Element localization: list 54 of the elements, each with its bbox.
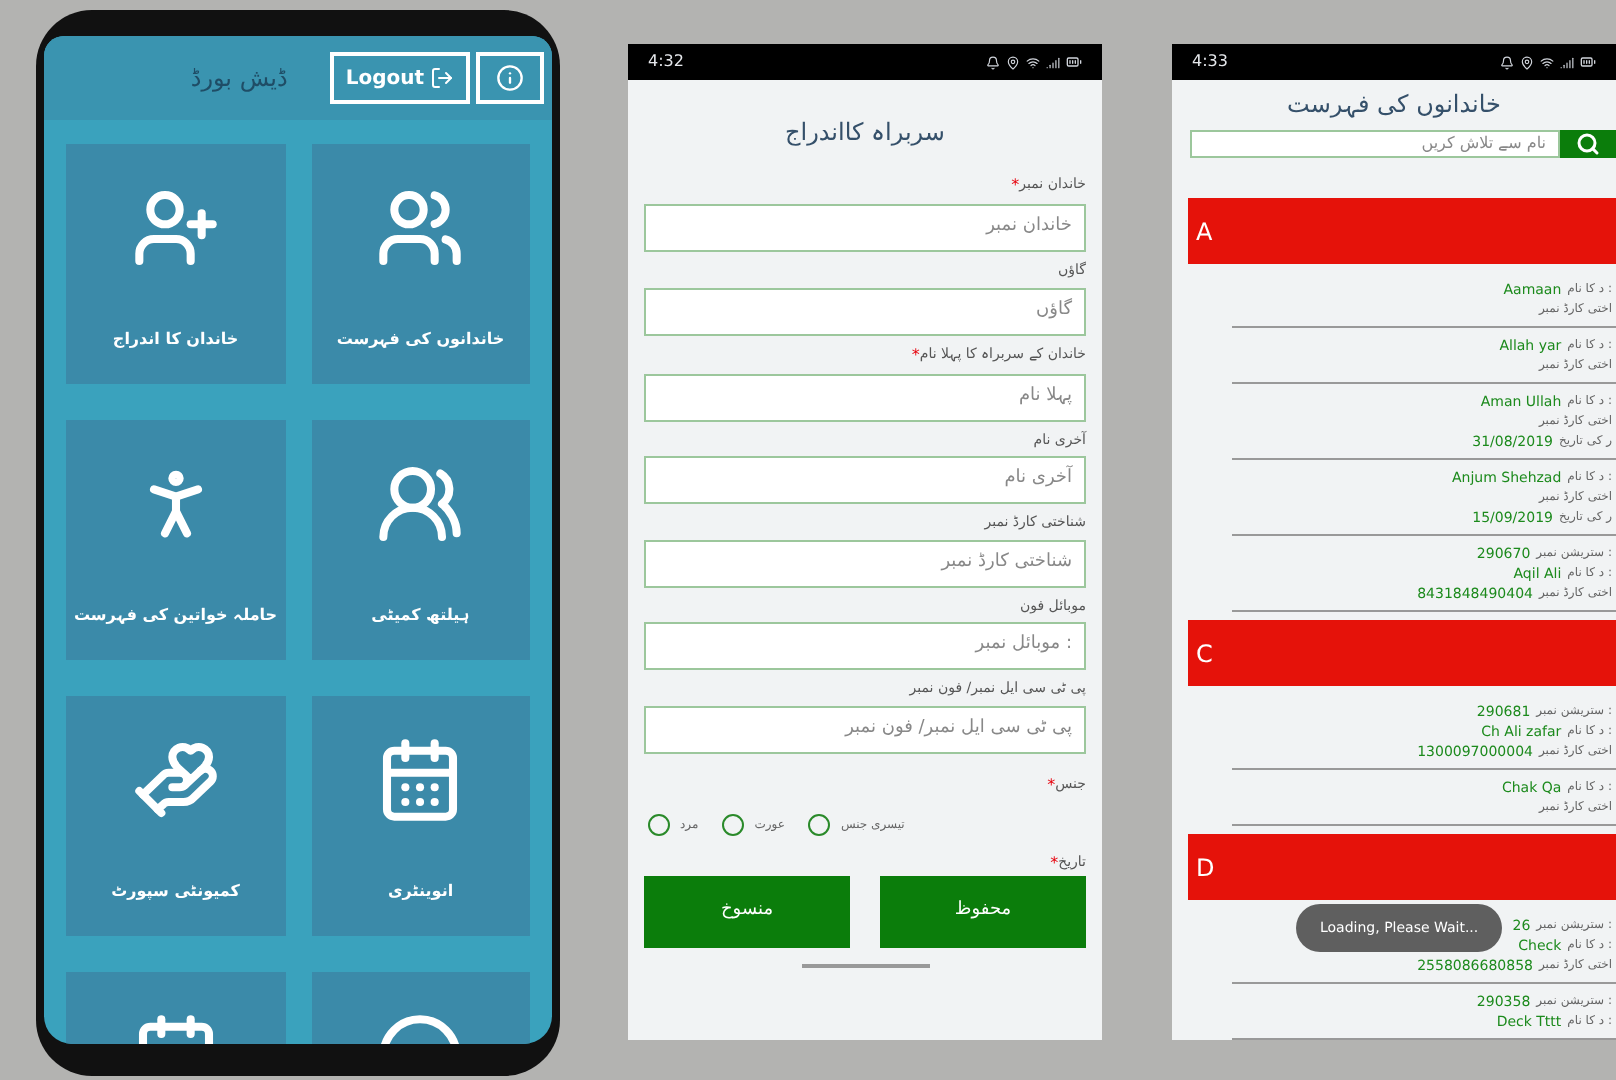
form-title: سربراہ کااندراج [784, 116, 945, 150]
logout-icon [430, 66, 454, 90]
required-mark: * [1011, 174, 1020, 198]
info-icon [496, 64, 524, 92]
text-field[interactable]: خاندان نمبر [644, 204, 1086, 252]
save-button[interactable]: محفوظ [880, 875, 1086, 947]
location-icon [1006, 55, 1020, 69]
status-time: 4:32 [648, 50, 684, 74]
bell-icon [1500, 55, 1514, 69]
battery-icon [1580, 54, 1596, 70]
required-mark: * [911, 343, 920, 367]
search-icon [1576, 132, 1600, 156]
dashboard-tile[interactable]: انوینٹری [311, 696, 530, 936]
status-time: 4:33 [1192, 50, 1228, 74]
radio-button[interactable] [648, 813, 670, 835]
location-icon [1520, 55, 1534, 69]
tile-label: خاندانوں کی فہرست [336, 328, 505, 352]
bell-icon [986, 55, 1000, 69]
dashboard-title: ڈیش بورڈ [190, 62, 288, 96]
dashboard-tile[interactable]: کمیونٹی سپورٹ [66, 696, 285, 936]
cancel-button[interactable]: منسوخ [644, 875, 850, 947]
radio-button[interactable] [808, 813, 831, 835]
home-indicator [801, 963, 929, 967]
required-mark: * [1047, 773, 1056, 797]
required-mark: * [1050, 851, 1059, 875]
signal-icon [1560, 55, 1574, 69]
text-field[interactable]: گاؤں [644, 287, 1086, 335]
tile-label: خاندان کا اندراج [112, 328, 239, 352]
logout-button[interactable]: Logout [329, 52, 470, 104]
radio-button[interactable] [722, 813, 745, 835]
section-letter: D [1196, 851, 1215, 885]
tile-label: کمیونٹی سپورٹ [111, 880, 240, 904]
dashboard-tile[interactable]: خاندان کا اندراج [66, 144, 285, 384]
text-field[interactable]: پی ٹی سی ایل نمبر/ فون نمبر [644, 705, 1086, 753]
section-letter: A [1196, 215, 1213, 249]
battery-icon [1066, 54, 1082, 70]
list-title: خاندانوں کی فہرست [1287, 88, 1501, 122]
wifi-icon [1540, 55, 1554, 69]
signal-icon [1046, 55, 1060, 69]
text-field[interactable]: موبائل نمبر : [644, 622, 1086, 670]
info-button[interactable] [476, 52, 544, 104]
dashboard-tile[interactable]: حاملہ خواتین کی فہرست [66, 420, 285, 660]
tile-label: ہیلتھ کمیٹی [371, 604, 470, 628]
wifi-icon [1026, 55, 1040, 69]
text-field[interactable]: پہلا نام [644, 373, 1086, 421]
search-field[interactable]: نام سے تلاش کریں [1190, 130, 1560, 158]
dashboard-tile[interactable]: ہیلتھ کمیٹی [311, 420, 530, 660]
tile-label: حاملہ خواتین کی فہرست [73, 604, 278, 628]
tile-label: انوینٹری [387, 880, 454, 904]
text-field[interactable]: شناختی کارڈ نمبر [644, 539, 1086, 587]
section-letter: C [1196, 637, 1213, 671]
dashboard-tile[interactable]: خاندانوں کی فہرست [311, 144, 530, 384]
search-button[interactable] [1560, 130, 1616, 158]
text-field[interactable]: آخری نام [644, 456, 1086, 504]
